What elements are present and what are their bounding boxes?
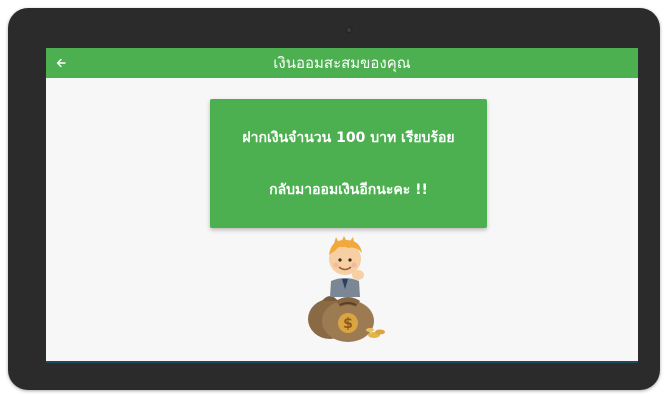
app-bar <box>46 48 638 78</box>
arrow-left-icon <box>56 58 66 68</box>
back-button[interactable] <box>46 48 76 78</box>
deposit-success-card: ฝากเงินจำนวน 100 บาท เรียบร้อย กลับมาออม… <box>210 99 487 228</box>
screen-bottom-edge <box>46 361 638 363</box>
camera-icon <box>345 26 353 34</box>
encouragement-message: กลับมาออมเงินอีกนะคะ !! <box>269 182 428 198</box>
deposit-message: ฝากเงินจำนวน 100 บาท เรียบร้อย <box>242 130 455 146</box>
app-screen: เงินออมสะสมของคุณ ฝากเงินจำนวน 100 บาท เ… <box>46 48 638 362</box>
svg-text:$: $ <box>343 316 353 332</box>
boy-with-money-bags-icon: $ <box>308 236 385 342</box>
